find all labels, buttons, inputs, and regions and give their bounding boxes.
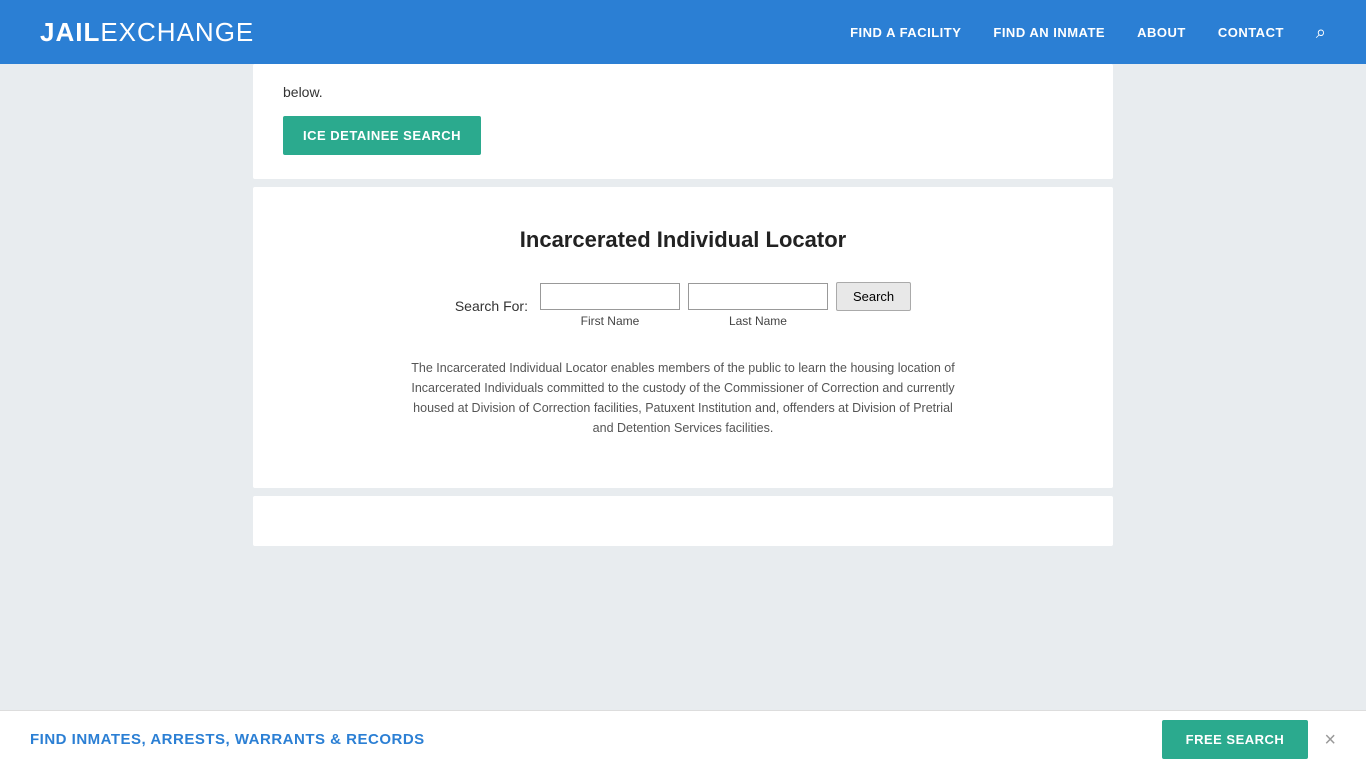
site-header: JAILEXCHANGE FIND A FACILITY FIND AN INM… [0, 0, 1366, 64]
first-name-label: First Name [581, 314, 640, 328]
logo-exchange: EXCHANGE [100, 17, 254, 47]
first-name-input[interactable] [540, 283, 680, 310]
logo-jail: JAIL [40, 17, 100, 47]
nav-find-facility[interactable]: FIND A FACILITY [850, 25, 961, 40]
nav-find-inmate[interactable]: FIND AN INMATE [993, 25, 1105, 40]
locator-title: Incarcerated Individual Locator [283, 227, 1083, 253]
footer-banner-text: FIND INMATES, ARRESTS, WARRANTS & RECORD… [30, 731, 425, 748]
page-content: below. ICE DETAINEE SEARCH Incarcerated … [0, 64, 1366, 636]
nav-contact[interactable]: CONTACT [1218, 25, 1284, 40]
search-button[interactable]: Search [836, 282, 911, 311]
first-name-group: First Name [540, 283, 680, 328]
locator-description: The Incarcerated Individual Locator enab… [403, 358, 963, 438]
nav-about[interactable]: ABOUT [1137, 25, 1186, 40]
locator-search-form: Search For: First Name Last Name Search [283, 283, 1083, 328]
search-for-label: Search For: [455, 298, 528, 314]
main-nav: FIND A FACILITY FIND AN INMATE ABOUT CON… [850, 22, 1326, 43]
ice-detainee-search-button[interactable]: ICE DETAINEE SEARCH [283, 116, 481, 155]
bottom-card [253, 496, 1113, 546]
free-search-button[interactable]: FREE SEARCH [1162, 720, 1309, 759]
close-icon[interactable]: × [1324, 730, 1336, 750]
main-container: below. ICE DETAINEE SEARCH Incarcerated … [253, 64, 1113, 566]
last-name-label: Last Name [729, 314, 787, 328]
top-card-text: below. [283, 84, 1083, 100]
locator-card: Incarcerated Individual Locator Search F… [253, 187, 1113, 488]
top-card: below. ICE DETAINEE SEARCH [253, 64, 1113, 179]
search-icon[interactable]: ⌕ [1316, 22, 1326, 43]
last-name-input[interactable] [688, 283, 828, 310]
site-logo[interactable]: JAILEXCHANGE [40, 17, 254, 48]
footer-banner: FIND INMATES, ARRESTS, WARRANTS & RECORD… [0, 710, 1366, 768]
last-name-group: Last Name [688, 283, 828, 328]
